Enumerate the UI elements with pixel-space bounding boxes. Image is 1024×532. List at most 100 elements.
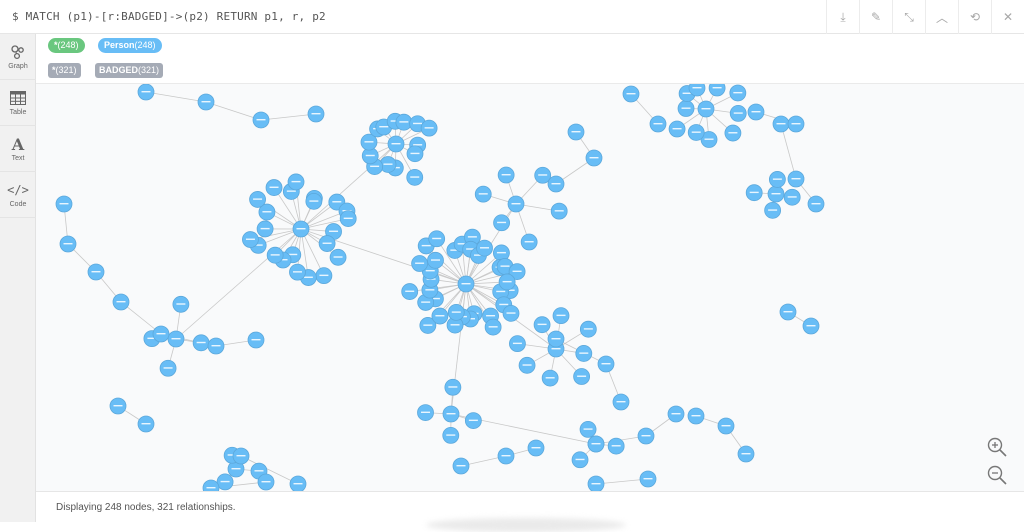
table-icon <box>10 89 26 107</box>
node-caption <box>334 256 343 257</box>
node-caption <box>202 101 211 102</box>
node-caption <box>497 222 506 223</box>
sidebar-item-label: Text <box>12 155 25 162</box>
node-caption <box>212 345 221 346</box>
sidebar-item-code[interactable]: </> Code <box>0 172 36 218</box>
sidebar-item-label: Table <box>10 109 27 116</box>
node-caption <box>532 447 541 448</box>
query-text[interactable]: $ MATCH (p1)-[r:BADGED]->(p2) RETURN p1,… <box>12 10 326 23</box>
download-button[interactable]: ⤓ <box>826 0 859 34</box>
relationship-edge[interactable] <box>781 124 796 179</box>
node-caption <box>602 363 611 364</box>
person-node[interactable] <box>689 84 705 96</box>
node-caption <box>480 247 489 248</box>
sidebar-item-label: Code <box>10 201 27 208</box>
node-caption <box>117 301 126 302</box>
node-caption <box>176 303 185 304</box>
sidebar-item-graph[interactable]: Graph <box>0 34 36 80</box>
relationship-edge[interactable] <box>146 92 206 102</box>
legend-rel-badged[interactable]: BADGED(321) <box>95 63 163 78</box>
legend-rel-all[interactable]: *(321) <box>48 63 81 78</box>
node-caption <box>254 470 263 471</box>
node-caption <box>312 113 321 114</box>
node-caption <box>792 123 801 124</box>
node-caption <box>452 311 461 312</box>
node-caption <box>410 153 419 154</box>
graph-canvas[interactable] <box>36 84 1024 491</box>
node-caption <box>448 386 457 387</box>
sidebar-item-text[interactable]: A Text <box>0 126 36 172</box>
node-caption <box>232 468 241 469</box>
legend-label-person[interactable]: Person(248) <box>98 38 162 53</box>
graph-legend: *(248) Person(248) *(321) BADGED(321) <box>36 34 1024 84</box>
chevron-up-button[interactable]: ︿ <box>925 0 958 34</box>
node-caption <box>287 190 296 191</box>
node-caption <box>423 324 432 325</box>
zoom-out-button[interactable] <box>986 464 1020 491</box>
node-caption <box>702 108 711 109</box>
refresh-button[interactable]: ⟲ <box>958 0 991 34</box>
node-caption <box>768 209 777 210</box>
node-caption <box>499 304 508 305</box>
node-caption <box>261 228 270 229</box>
node-caption <box>142 91 151 92</box>
code-icon: </> <box>7 181 29 199</box>
node-caption <box>221 481 230 482</box>
node-caption <box>415 263 424 264</box>
node-caption <box>431 259 440 260</box>
node-caption <box>772 193 781 194</box>
node-caption <box>304 277 313 278</box>
node-caption <box>584 328 593 329</box>
close-button[interactable]: ✕ <box>991 0 1024 34</box>
node-caption <box>692 415 701 416</box>
node-caption <box>60 203 69 204</box>
node-caption <box>323 243 332 244</box>
sidebar-item-table[interactable]: Table <box>0 80 36 126</box>
node-caption <box>713 87 722 88</box>
node-caption <box>507 312 516 313</box>
node-caption <box>447 413 456 414</box>
node-caption <box>546 377 555 378</box>
node-caption <box>673 128 682 129</box>
node-caption <box>457 465 466 466</box>
node-caption <box>309 200 318 201</box>
person-node[interactable] <box>709 84 725 96</box>
footer-shadow <box>426 518 626 532</box>
node-caption <box>644 478 653 479</box>
node-caption <box>792 178 801 179</box>
node-caption <box>617 401 626 402</box>
pin-button[interactable]: ✎ <box>859 0 892 34</box>
node-caption <box>364 141 373 142</box>
node-caption <box>592 443 601 444</box>
relationship-edge[interactable] <box>176 229 301 339</box>
legend-label-all[interactable]: *(248) <box>48 38 85 53</box>
node-caption <box>552 183 561 184</box>
node-caption <box>728 132 737 133</box>
node-caption <box>784 311 793 312</box>
node-caption <box>538 324 547 325</box>
node-caption <box>164 367 173 368</box>
node-caption <box>432 238 441 239</box>
view-sidebar: Graph Table A Text </> Code <box>0 34 36 522</box>
person-node[interactable] <box>203 480 219 491</box>
zoom-in-button[interactable] <box>986 436 1020 464</box>
node-caption <box>421 412 430 413</box>
collapse-button[interactable]: ⤡ <box>892 0 925 34</box>
refresh-icon: ⟲ <box>970 10 980 24</box>
node-caption <box>742 453 751 454</box>
node-caption <box>734 112 743 113</box>
graph-visualization[interactable] <box>36 84 1024 491</box>
download-icon: ⤓ <box>840 10 845 25</box>
node-caption <box>426 270 435 271</box>
node-caption <box>654 123 663 124</box>
node-caption <box>292 181 301 182</box>
node-caption <box>486 315 495 316</box>
node-caption <box>627 93 636 94</box>
node-caption <box>722 425 731 426</box>
node-caption <box>503 281 512 282</box>
sidebar-item-label: Graph <box>8 63 27 70</box>
node-caption <box>777 123 786 124</box>
node-caption <box>92 271 101 272</box>
relationship-edge[interactable] <box>206 102 261 120</box>
zoom-out-icon <box>986 464 1008 486</box>
